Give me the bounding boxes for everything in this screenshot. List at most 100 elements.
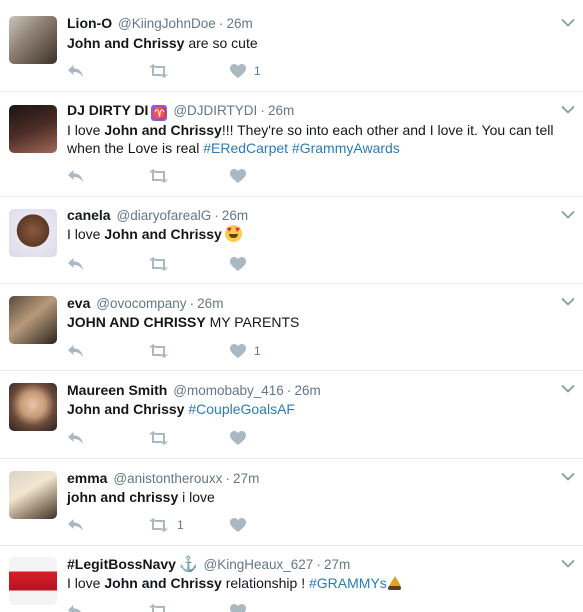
reply-button[interactable] bbox=[67, 255, 84, 273]
tweet[interactable]: #LegitBossNavy ⚓ @KingHeaux_627 · 27m I love… bbox=[0, 546, 583, 612]
highlighted-text: John and Chrissy bbox=[104, 226, 222, 242]
highlighted-text: john and chrissy bbox=[67, 489, 179, 505]
timestamp[interactable]: 26m bbox=[268, 103, 294, 118]
tweet[interactable]: DJ DIRTY DI ♈ @DJDIRTYDI · 26m I love John a… bbox=[0, 92, 583, 197]
username[interactable]: @ovocompany bbox=[96, 296, 186, 311]
retweet-button[interactable] bbox=[148, 342, 169, 360]
separator: · bbox=[214, 207, 219, 223]
tweet[interactable]: eva @ovocompany · 26m JOHN AND CHRISSY MY P… bbox=[0, 284, 583, 371]
tweet[interactable]: Maureen Smith @momobaby_416 · 26m John and … bbox=[0, 371, 583, 459]
tweet-text: I love John and Chrissy bbox=[67, 225, 579, 243]
reply-button[interactable] bbox=[67, 429, 84, 447]
timestamp[interactable]: 26m bbox=[222, 208, 248, 223]
tweet-actions bbox=[67, 167, 367, 185]
like-button[interactable]: 1 bbox=[230, 342, 261, 360]
reply-icon bbox=[67, 169, 84, 183]
retweet-icon bbox=[148, 518, 169, 532]
retweet-button[interactable]: 1 bbox=[148, 516, 184, 534]
display-name[interactable]: emma bbox=[67, 470, 107, 486]
avatar[interactable] bbox=[9, 557, 57, 605]
chevron-down-icon[interactable] bbox=[561, 105, 575, 115]
hashtag-link[interactable]: #GrammyAwards bbox=[292, 140, 400, 156]
retweet-button[interactable] bbox=[148, 255, 169, 273]
avatar[interactable] bbox=[9, 383, 57, 431]
tweet[interactable]: emma @anistontherouxx · 27m john and chriss… bbox=[0, 459, 583, 546]
tweet-header: DJ DIRTY DI ♈ @DJDIRTYDI · 26m bbox=[67, 101, 294, 121]
tweet-text: John and Chrissy #CoupleGoalsAF bbox=[67, 400, 579, 418]
retweet-icon bbox=[148, 169, 169, 183]
avatar[interactable] bbox=[9, 209, 57, 257]
anchor-emoji-icon: ⚓ bbox=[178, 556, 198, 573]
tweet-actions: 1 bbox=[67, 516, 367, 534]
username[interactable]: @KingHeaux_627 bbox=[204, 557, 314, 572]
reply-icon bbox=[67, 518, 84, 532]
text-segment: I love bbox=[67, 575, 105, 591]
tweet-actions: 1 bbox=[67, 62, 367, 80]
timestamp[interactable]: 26m bbox=[294, 383, 320, 398]
reply-button[interactable] bbox=[67, 342, 84, 360]
chevron-down-icon[interactable] bbox=[561, 297, 575, 307]
avatar[interactable] bbox=[9, 16, 57, 64]
chevron-down-icon[interactable] bbox=[561, 384, 575, 394]
username[interactable]: @DJDIRTYDI bbox=[173, 103, 257, 118]
like-count: 1 bbox=[254, 64, 261, 78]
chevron-down-icon[interactable] bbox=[561, 472, 575, 482]
display-name[interactable]: Maureen Smith bbox=[67, 382, 167, 398]
display-name[interactable]: canela bbox=[67, 207, 111, 223]
highlighted-text: John and Chrissy bbox=[104, 575, 222, 591]
username[interactable]: @anistontherouxx bbox=[113, 471, 222, 486]
reply-button[interactable] bbox=[67, 62, 84, 80]
avatar[interactable] bbox=[9, 296, 57, 344]
heart-icon bbox=[230, 431, 246, 445]
text-segment: relationship ! bbox=[221, 575, 309, 591]
highlighted-text: John and Chrissy bbox=[67, 35, 185, 51]
display-name[interactable]: eva bbox=[67, 295, 90, 311]
tweet-text: I love John and Chrissy!!! They're so in… bbox=[67, 121, 579, 157]
retweet-button[interactable] bbox=[148, 167, 169, 185]
username[interactable]: @momobaby_416 bbox=[173, 383, 284, 398]
reply-button[interactable] bbox=[67, 167, 84, 185]
text-segment: I love bbox=[67, 226, 105, 242]
reply-icon bbox=[67, 344, 84, 358]
tweet[interactable]: Lion-O @KiingJohnDoe · 26m John and Chrissy… bbox=[0, 0, 583, 92]
chevron-down-icon[interactable] bbox=[561, 559, 575, 569]
username[interactable]: @KiingJohnDoe bbox=[118, 16, 216, 31]
tweet-header: canela @diaryofarealG · 26m bbox=[67, 206, 248, 224]
heart-icon bbox=[230, 64, 246, 78]
like-button[interactable] bbox=[230, 167, 246, 185]
tweet-actions: 1 bbox=[67, 342, 367, 360]
timestamp[interactable]: 26m bbox=[197, 296, 223, 311]
hashtag-link[interactable]: #CoupleGoalsAF bbox=[188, 401, 295, 417]
like-button[interactable] bbox=[230, 602, 246, 612]
reply-button[interactable] bbox=[67, 516, 84, 534]
like-button[interactable] bbox=[230, 429, 246, 447]
like-button[interactable] bbox=[230, 516, 246, 534]
like-button[interactable] bbox=[230, 255, 246, 273]
display-name[interactable]: Lion-O bbox=[67, 15, 112, 31]
avatar[interactable] bbox=[9, 471, 57, 519]
hashtag-link[interactable]: #GRAMMYs bbox=[309, 575, 387, 591]
text-segment: i love bbox=[178, 489, 215, 505]
display-name[interactable]: DJ DIRTY DI bbox=[67, 102, 148, 118]
username[interactable]: @diaryofarealG bbox=[116, 208, 211, 223]
timestamp[interactable]: 26m bbox=[226, 16, 252, 31]
chevron-down-icon[interactable] bbox=[561, 210, 575, 220]
heart-eyes-emoji-icon bbox=[224, 225, 242, 242]
avatar[interactable] bbox=[9, 105, 57, 153]
chevron-down-icon[interactable] bbox=[561, 18, 575, 28]
retweet-button[interactable] bbox=[148, 429, 169, 447]
tweet[interactable]: canela @diaryofarealG · 26m I love John and… bbox=[0, 197, 583, 284]
tweet-text: I love John and Chrissy relationship ! #… bbox=[67, 574, 579, 592]
retweet-button[interactable] bbox=[148, 602, 169, 612]
retweet-button[interactable] bbox=[148, 62, 169, 80]
reply-button[interactable] bbox=[67, 602, 84, 612]
retweet-icon bbox=[148, 344, 169, 358]
display-name[interactable]: #LegitBossNavy bbox=[67, 556, 176, 572]
hashtag-link[interactable]: #ERedCarpet bbox=[203, 140, 288, 156]
timestamp[interactable]: 27m bbox=[233, 471, 259, 486]
timestamp[interactable]: 27m bbox=[324, 557, 350, 572]
highlighted-text: John and Chrissy bbox=[104, 122, 222, 138]
separator: · bbox=[218, 15, 224, 31]
highlighted-text: JOHN AND CHRISSY bbox=[67, 314, 206, 330]
like-button[interactable]: 1 bbox=[230, 62, 261, 80]
